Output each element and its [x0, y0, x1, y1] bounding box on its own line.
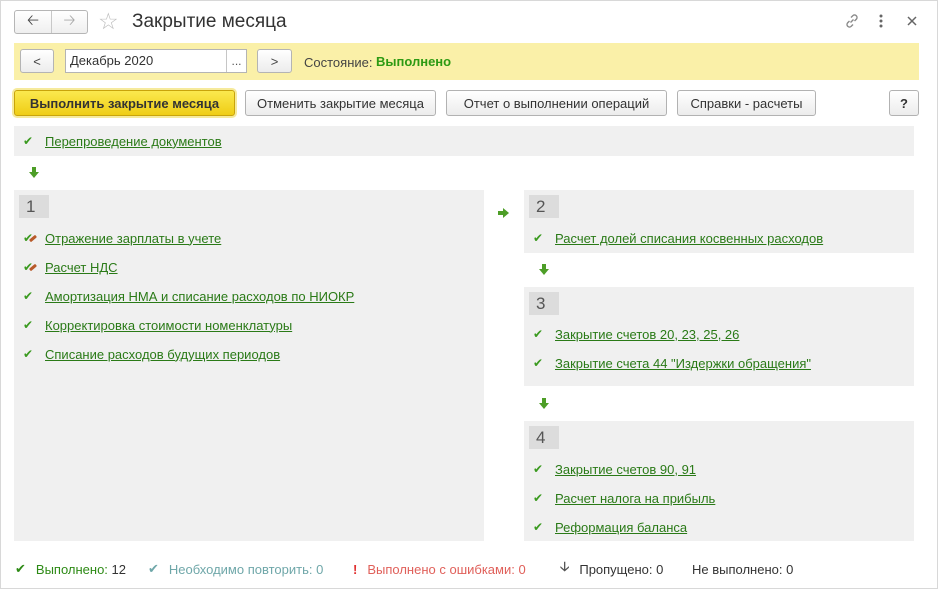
status-done-label: Выполнено:: [35, 561, 108, 577]
step-number: 4: [529, 426, 559, 449]
status-repeat-count: 0: [316, 561, 324, 577]
list-item: ✔ Перепроведение документов: [23, 132, 222, 150]
step-number: 1: [19, 195, 49, 218]
status-done: ✔ Выполнено: 12: [15, 560, 126, 578]
prev-period-button[interactable]: <: [20, 49, 54, 73]
check-icon: ✔: [533, 462, 544, 476]
period-value[interactable]: Декабрь 2020: [66, 50, 226, 72]
status-skipped: 🡣 Пропущено: 0: [560, 559, 664, 578]
favorite-star-icon[interactable]: ☆: [98, 8, 119, 34]
list-item: ✔ Корректировка стоимости номенклатуры: [23, 316, 292, 334]
check-icon: ✔: [533, 491, 544, 505]
step-1-panel: 1 ✔ Отражение зарплаты в учете ✔ Расчет …: [14, 190, 484, 541]
arrow-left-icon: 🡠: [26, 11, 40, 29]
page-title: Закрытие месяца: [132, 11, 287, 32]
check-edited-icon: ✔: [23, 260, 45, 274]
check-edited-icon: ✔: [23, 231, 45, 245]
step-link[interactable]: Расчет НДС: [45, 260, 118, 275]
list-item: ✔ Амортизация НМА и списание расходов по…: [23, 287, 354, 305]
step-link[interactable]: Закрытие счета 44 "Издержки обращения": [555, 356, 811, 371]
list-item: ✔ Закрытие счета 44 "Издержки обращения": [533, 354, 811, 372]
title-bar: 🡠 🡢 ☆ Закрытие месяца: [1, 1, 937, 43]
close-month-window: 🡠 🡢 ☆ Закрытие месяца < Декабрь 2020 ...…: [0, 0, 938, 589]
check-icon: ✔: [533, 327, 544, 341]
cancel-month-close-button[interactable]: Отменить закрытие месяца: [245, 90, 436, 116]
list-item: ✔ Закрытие счетов 90, 91: [533, 460, 696, 478]
step-link[interactable]: Амортизация НМА и списание расходов по Н…: [45, 289, 354, 304]
check-icon: ✔: [15, 561, 26, 576]
step-number: 2: [529, 195, 559, 218]
state-panel: < Декабрь 2020 ... > Состояние: Выполнен…: [14, 43, 919, 80]
arrow-down-icon: [539, 398, 549, 410]
more-menu-icon[interactable]: [871, 11, 891, 31]
step-link[interactable]: Закрытие счетов 90, 91: [555, 462, 696, 477]
status-skipped-label: Пропущено:: [579, 561, 653, 577]
reprocess-documents-link[interactable]: Перепроведение документов: [45, 134, 222, 149]
help-button[interactable]: ?: [889, 90, 919, 116]
list-item: ✔ Расчет налога на прибыль: [533, 489, 715, 507]
link-icon[interactable]: [842, 11, 862, 31]
step-link[interactable]: Корректировка стоимости номенклатуры: [45, 318, 292, 333]
next-period-button[interactable]: >: [257, 49, 292, 73]
reference-calculations-button[interactable]: Справки - расчеты: [677, 90, 816, 116]
navigation-buttons: 🡠 🡢: [14, 10, 88, 34]
step-link[interactable]: Отражение зарплаты в учете: [45, 231, 221, 246]
back-button[interactable]: 🡠: [15, 11, 51, 33]
step-link[interactable]: Списание расходов будущих периодов: [45, 347, 280, 362]
status-notdone: Не выполнено: 0: [692, 560, 793, 578]
step-number: 3: [529, 292, 559, 315]
list-item: ✔ Расчет долей списания косвенных расход…: [533, 229, 823, 247]
arrow-right-icon: 🡢: [63, 11, 76, 29]
arrow-down-icon: [539, 264, 549, 276]
run-month-close-button[interactable]: Выполнить закрытие месяца: [14, 90, 235, 116]
check-icon: ✔: [533, 231, 544, 245]
step-link[interactable]: Расчет налога на прибыль: [555, 491, 715, 506]
status-done-count: 12: [111, 561, 127, 577]
check-icon: ✔: [148, 561, 159, 576]
exclamation-icon: !: [353, 561, 358, 577]
status-skipped-count: 0: [656, 561, 664, 577]
step-3-panel: 3 ✔ Закрытие счетов 20, 23, 25, 26 ✔ Зак…: [524, 287, 914, 386]
status-notdone-label: Не выполнено:: [692, 561, 783, 577]
close-icon[interactable]: [902, 11, 922, 31]
list-item: ✔ Реформация баланса: [533, 518, 687, 536]
step-link[interactable]: Закрытие счетов 20, 23, 25, 26: [555, 327, 739, 342]
state-value: Выполнено: [376, 54, 452, 69]
list-item: ✔ Отражение зарплаты в учете: [23, 229, 221, 247]
status-errors-label: Выполнено с ошибками:: [367, 561, 515, 577]
step-2-panel: 2 ✔ Расчет долей списания косвенных расх…: [524, 190, 914, 253]
arrow-down-icon: 🡣: [560, 559, 570, 574]
status-errors: ! Выполнено с ошибками: 0: [353, 560, 526, 578]
check-icon: ✔: [23, 134, 34, 148]
prelim-panel: ✔ Перепроведение документов: [14, 126, 914, 156]
period-field[interactable]: Декабрь 2020 ...: [65, 49, 247, 73]
operations-report-button[interactable]: Отчет о выполнении операций: [446, 90, 667, 116]
list-item: ✔ Списание расходов будущих периодов: [23, 345, 280, 363]
check-icon: ✔: [23, 318, 34, 332]
check-icon: ✔: [533, 520, 544, 534]
check-icon: ✔: [533, 356, 544, 370]
arrow-right-icon: [498, 208, 510, 218]
step-link[interactable]: Расчет долей списания косвенных расходов: [555, 231, 823, 246]
list-item: ✔ Расчет НДС: [23, 258, 118, 276]
step-link[interactable]: Реформация баланса: [555, 520, 687, 535]
check-icon: ✔: [23, 347, 34, 361]
step-4-panel: 4 ✔ Закрытие счетов 90, 91 ✔ Расчет нало…: [524, 421, 914, 541]
status-errors-count: 0: [518, 561, 526, 577]
status-notdone-count: 0: [786, 561, 794, 577]
forward-button[interactable]: 🡢: [51, 11, 87, 33]
state-label: Состояние:: [304, 55, 373, 70]
status-repeat-label: Необходимо повторить:: [168, 561, 313, 577]
period-select-button[interactable]: ...: [226, 50, 246, 72]
list-item: ✔ Закрытие счетов 20, 23, 25, 26: [533, 325, 739, 343]
arrow-down-icon: [29, 167, 39, 179]
status-repeat: ✔ Необходимо повторить: 0: [148, 560, 323, 578]
check-icon: ✔: [23, 289, 34, 303]
